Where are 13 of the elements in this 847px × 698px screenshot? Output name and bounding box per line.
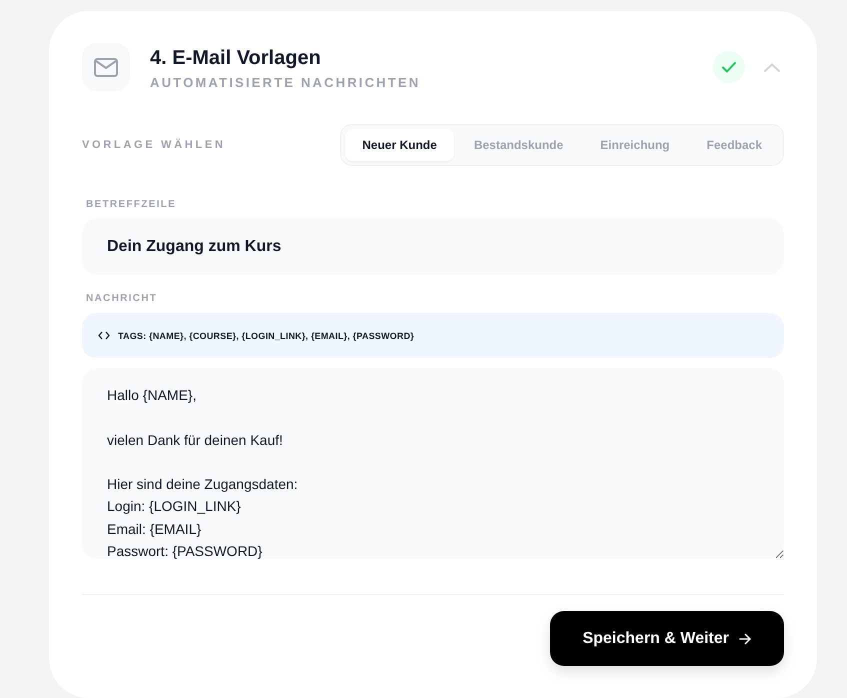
subject-input[interactable]: Dein Zugang zum Kurs xyxy=(82,218,784,275)
subject-label: BETREFFZEILE xyxy=(85,199,178,211)
section-subtitle: AUTOMATISIERTE NACHRICHTEN xyxy=(150,75,420,90)
save-continue-button[interactable]: Speichern & Weiter xyxy=(550,611,784,666)
envelope-icon xyxy=(82,43,130,91)
template-tab[interactable]: Neuer Kunde xyxy=(345,129,454,161)
tags-hint-text: TAGS: {NAME}, {COURSE}, {LOGIN_LINK}, {EMAIL}, {PASSWORD} xyxy=(118,330,414,340)
arrow-right-icon xyxy=(739,632,751,644)
section-title: 4. E-Mail Vorlagen xyxy=(150,46,322,70)
message-label: NACHRICHT xyxy=(85,293,158,305)
template-label: VORLAGE WÄHLEN xyxy=(82,139,226,151)
message-textarea[interactable]: Hallo {NAME}, vielen Dank für deinen Kauf! Hier sind deine Zugangsdaten: Login: {LOGIN_LINK} Email: {EMAIL} Passwort: {PASSWORD} xyxy=(82,368,784,559)
code-icon xyxy=(98,331,110,340)
